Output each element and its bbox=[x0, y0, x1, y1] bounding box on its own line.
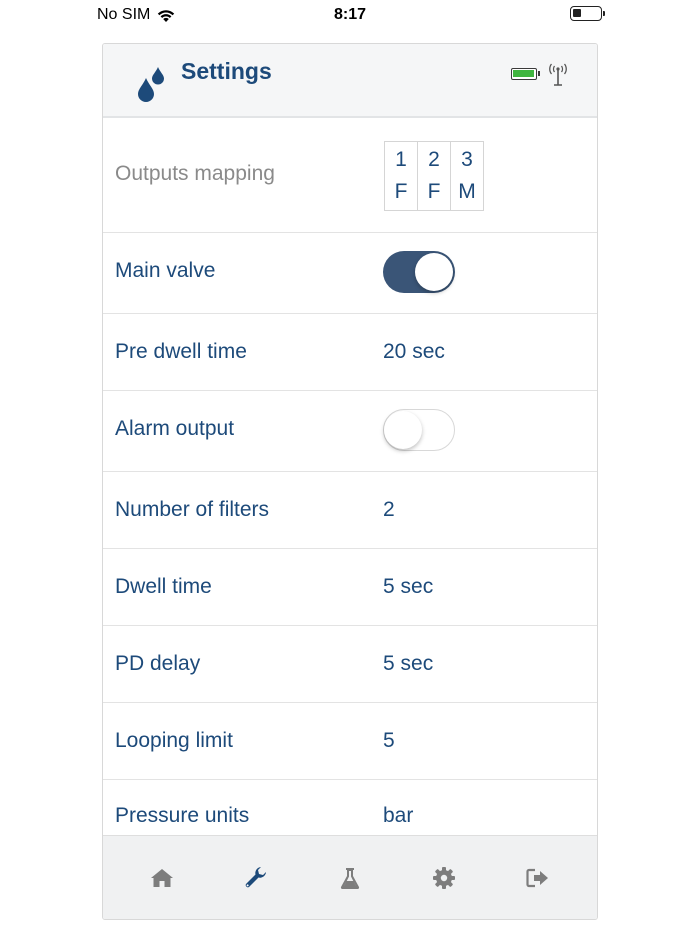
pd-delay-row[interactable]: PD delay 5 sec bbox=[103, 626, 597, 703]
device-battery-icon bbox=[570, 6, 605, 21]
pre-dwell-time-label: Pre dwell time bbox=[115, 340, 247, 363]
output-cell-mode: M bbox=[458, 180, 476, 203]
wrench-icon bbox=[245, 867, 266, 888]
logout-icon bbox=[526, 868, 548, 888]
battery-full-icon bbox=[511, 68, 540, 80]
tab-home[interactable] bbox=[148, 864, 176, 892]
pd-delay-label: PD delay bbox=[115, 652, 201, 675]
alarm-output-label: Alarm output bbox=[115, 417, 235, 440]
main-valve-label: Main valve bbox=[115, 259, 216, 282]
tab-config[interactable] bbox=[430, 864, 458, 892]
settings-card: Settings Outputs mapping 1 F 2 F 3 M Mai… bbox=[102, 43, 598, 920]
gear-icon bbox=[433, 867, 455, 889]
looping-limit-label: Looping limit bbox=[115, 729, 233, 752]
output-cell-1[interactable]: 1 F bbox=[384, 141, 418, 211]
outputs-mapping-row: Outputs mapping 1 F 2 F 3 M bbox=[103, 120, 597, 233]
outputs-mapping-grid[interactable]: 1 F 2 F 3 M bbox=[384, 141, 484, 211]
main-valve-toggle[interactable] bbox=[383, 251, 455, 293]
number-of-filters-value[interactable]: 2 bbox=[383, 498, 395, 522]
tab-settings[interactable] bbox=[242, 864, 270, 892]
output-cell-mode: F bbox=[394, 180, 408, 203]
settings-list: Outputs mapping 1 F 2 F 3 M Main valve P… bbox=[103, 120, 597, 835]
tab-lab[interactable] bbox=[336, 864, 364, 892]
tab-bar bbox=[103, 835, 597, 919]
status-right bbox=[570, 6, 605, 21]
header: Settings bbox=[103, 44, 597, 118]
home-icon bbox=[151, 869, 173, 887]
pd-delay-value[interactable]: 5 sec bbox=[383, 652, 433, 676]
status-bar: No SIM 8:17 bbox=[0, 0, 700, 30]
alarm-output-row: Alarm output bbox=[103, 391, 597, 472]
alarm-output-toggle[interactable] bbox=[383, 409, 455, 451]
looping-limit-row[interactable]: Looping limit 5 bbox=[103, 703, 597, 780]
dwell-time-row[interactable]: Dwell time 5 sec bbox=[103, 549, 597, 626]
tab-logout[interactable] bbox=[524, 864, 552, 892]
page-title: Settings bbox=[181, 58, 272, 84]
output-cell-number: 1 bbox=[395, 148, 407, 171]
antenna-signal-icon bbox=[549, 63, 567, 86]
dwell-time-label: Dwell time bbox=[115, 575, 212, 598]
header-status-icons bbox=[511, 62, 569, 86]
output-cell-2[interactable]: 2 F bbox=[417, 141, 451, 211]
outputs-mapping-label: Outputs mapping bbox=[115, 162, 275, 185]
pressure-units-row[interactable]: Pressure units bar bbox=[103, 780, 597, 835]
pressure-units-label: Pressure units bbox=[115, 804, 250, 827]
number-of-filters-label: Number of filters bbox=[115, 498, 270, 521]
pre-dwell-time-row[interactable]: Pre dwell time 20 sec bbox=[103, 314, 597, 391]
number-of-filters-row[interactable]: Number of filters 2 bbox=[103, 472, 597, 549]
pre-dwell-time-value[interactable]: 20 sec bbox=[383, 340, 445, 364]
flask-icon bbox=[340, 868, 360, 889]
main-valve-row: Main valve bbox=[103, 233, 597, 314]
pressure-units-value[interactable]: bar bbox=[383, 804, 413, 828]
looping-limit-value[interactable]: 5 bbox=[383, 729, 395, 753]
dwell-time-value[interactable]: 5 sec bbox=[383, 575, 433, 599]
output-cell-mode: F bbox=[427, 180, 441, 203]
output-cell-3[interactable]: 3 M bbox=[450, 141, 484, 211]
water-drops-icon bbox=[138, 67, 164, 102]
output-cell-number: 3 bbox=[461, 148, 473, 171]
output-cell-number: 2 bbox=[428, 148, 440, 171]
